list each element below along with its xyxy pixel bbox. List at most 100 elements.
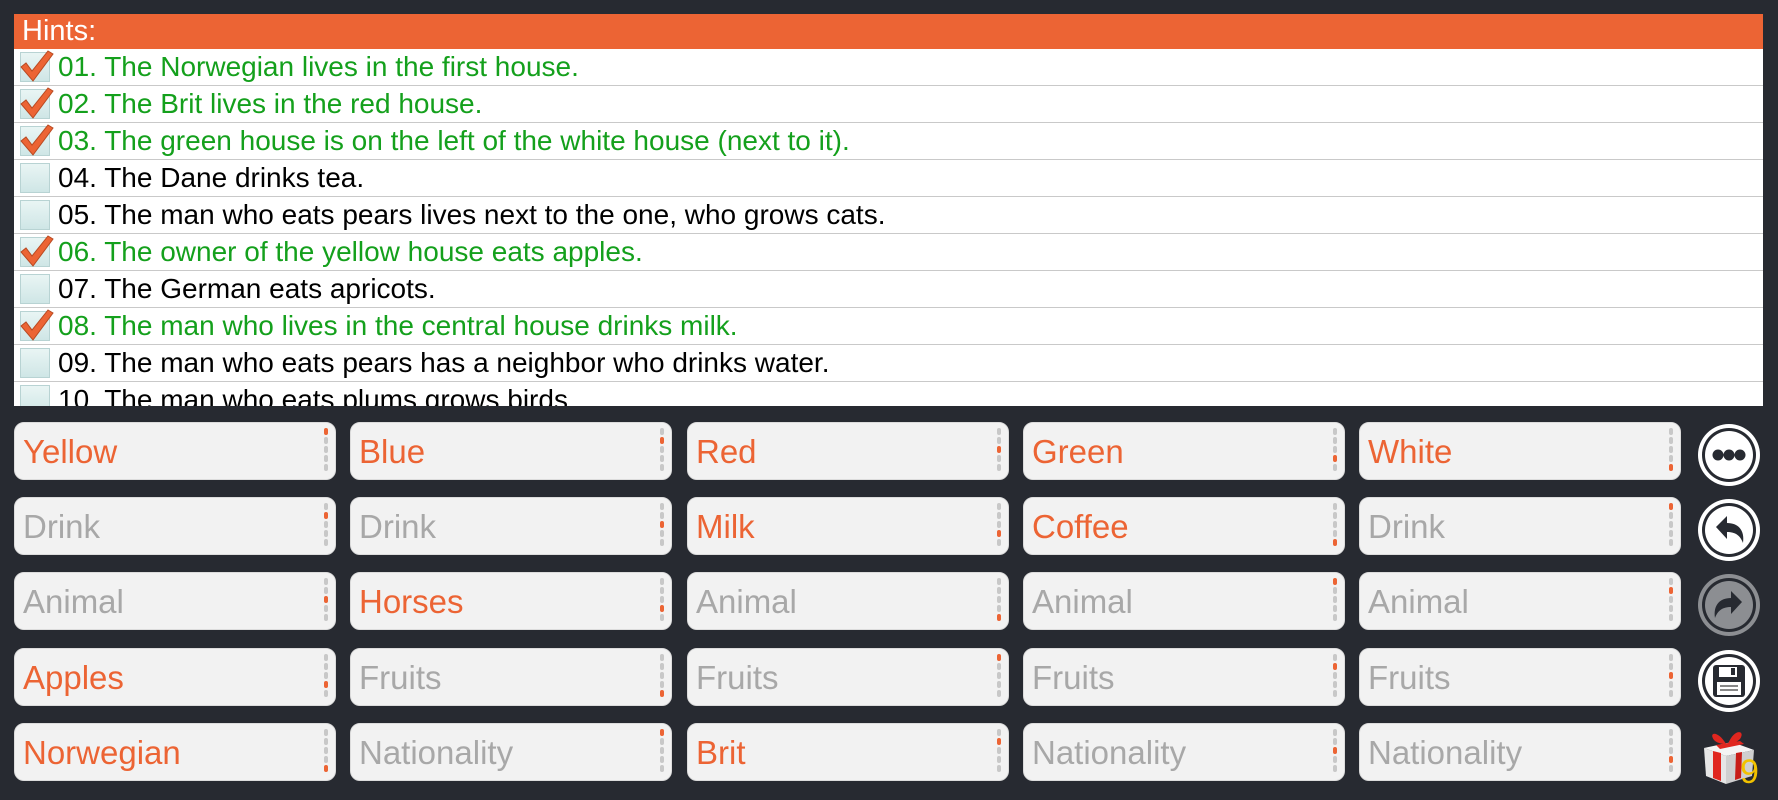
redo-button[interactable] (1696, 572, 1762, 638)
scroll-indicator[interactable] (323, 578, 329, 626)
grid-cell[interactable]: Drink (1359, 497, 1681, 555)
scroll-indicator[interactable] (996, 578, 1002, 626)
more-button[interactable] (1696, 422, 1762, 488)
scroll-indicator[interactable] (659, 578, 665, 626)
hints-panel[interactable]: Hints: 01. The Norwegian lives in the fi… (14, 14, 1763, 406)
scroll-indicator[interactable] (1332, 503, 1338, 551)
hint-checkbox[interactable] (18, 346, 52, 380)
hint-row[interactable]: 03. The green house is on the left of th… (14, 123, 1763, 160)
cell-label: Apples (23, 659, 124, 696)
hint-text: 05. The man who eats pears lives next to… (58, 199, 886, 230)
cell-label: Blue (359, 433, 426, 470)
grid-cell[interactable]: Red (687, 422, 1009, 480)
redo-icon (1698, 574, 1760, 636)
hint-text: 10. The man who eats plums grows birds. (58, 384, 576, 406)
grid-cell[interactable]: Nationality (1023, 723, 1345, 781)
hint-checkbox[interactable] (18, 161, 52, 195)
scroll-indicator[interactable] (1668, 428, 1674, 476)
hint-checkbox[interactable] (18, 235, 54, 269)
scroll-indicator[interactable] (1332, 578, 1338, 626)
scroll-indicator[interactable] (323, 428, 329, 476)
save-button[interactable] (1696, 648, 1762, 714)
hint-text: 06. The owner of the yellow house eats a… (58, 236, 643, 267)
hint-checkbox[interactable] (18, 383, 52, 406)
grid-cell[interactable]: Coffee (1023, 497, 1345, 555)
grid-cell[interactable]: Drink (350, 497, 672, 555)
save-icon (1698, 650, 1760, 712)
scroll-indicator[interactable] (323, 503, 329, 551)
cell-label: Animal (23, 583, 124, 620)
scroll-indicator[interactable] (996, 729, 1002, 777)
scroll-indicator[interactable] (659, 654, 665, 702)
cell-label: Drink (23, 508, 101, 545)
grid-cell[interactable]: Nationality (1359, 723, 1681, 781)
hint-checkbox[interactable] (18, 87, 54, 121)
grid-cell[interactable]: Animal (1023, 572, 1345, 630)
hint-row[interactable]: 06. The owner of the yellow house eats a… (14, 234, 1763, 271)
undo-icon (1698, 499, 1760, 561)
cell-label: Nationality (359, 734, 514, 771)
hint-text: 09. The man who eats pears has a neighbo… (58, 347, 830, 378)
scroll-indicator[interactable] (1668, 503, 1674, 551)
scroll-indicator[interactable] (323, 654, 329, 702)
hint-text: 08. The man who lives in the central hou… (58, 310, 738, 341)
scroll-indicator[interactable] (1668, 654, 1674, 702)
grid-cell[interactable]: Drink (14, 497, 336, 555)
grid-cell[interactable]: Apples (14, 648, 336, 706)
grid-cell[interactable]: Animal (1359, 572, 1681, 630)
hint-row[interactable]: 07. The German eats apricots. (14, 271, 1763, 308)
hint-row[interactable]: 10. The man who eats plums grows birds. (14, 382, 1763, 406)
scroll-indicator[interactable] (659, 428, 665, 476)
grid-cell[interactable]: Nationality (350, 723, 672, 781)
hint-checkbox[interactable] (18, 309, 54, 343)
cell-label: Norwegian (23, 734, 181, 771)
scroll-indicator[interactable] (996, 654, 1002, 702)
cell-label: Fruits (1032, 659, 1115, 696)
scroll-indicator[interactable] (996, 428, 1002, 476)
grid-cell[interactable]: Norwegian (14, 723, 336, 781)
hint-row[interactable]: 02. The Brit lives in the red house. (14, 86, 1763, 123)
scroll-indicator[interactable] (996, 503, 1002, 551)
grid-cell[interactable]: Milk (687, 497, 1009, 555)
hint-list[interactable]: 01. The Norwegian lives in the first hou… (14, 49, 1763, 406)
grid-cell[interactable]: Blue (350, 422, 672, 480)
cell-label: Drink (359, 508, 437, 545)
hint-checkbox[interactable] (18, 198, 52, 232)
grid-cell[interactable]: Green (1023, 422, 1345, 480)
hint-checkbox[interactable] (18, 124, 54, 158)
grid-cell[interactable]: Fruits (350, 648, 672, 706)
hint-text: 04. The Dane drinks tea. (58, 162, 365, 193)
hint-row[interactable]: 05. The man who eats pears lives next to… (14, 197, 1763, 234)
scroll-indicator[interactable] (659, 503, 665, 551)
scroll-indicator[interactable] (1332, 729, 1338, 777)
checkmark-icon (20, 235, 54, 267)
hint-text: 02. The Brit lives in the red house. (58, 88, 483, 119)
scroll-indicator[interactable] (1332, 654, 1338, 702)
hint-row[interactable]: 09. The man who eats pears has a neighbo… (14, 345, 1763, 382)
scroll-indicator[interactable] (1668, 578, 1674, 626)
cell-label: Fruits (359, 659, 442, 696)
undo-button[interactable] (1696, 497, 1762, 563)
hint-text: 01. The Norwegian lives in the first hou… (58, 51, 579, 82)
grid-cell[interactable]: Animal (14, 572, 336, 630)
hint-checkbox[interactable] (18, 272, 52, 306)
more-icon (1698, 424, 1760, 486)
grid-cell[interactable]: Animal (687, 572, 1009, 630)
hint-checkbox[interactable] (18, 50, 54, 84)
hint-row[interactable]: 01. The Norwegian lives in the first hou… (14, 49, 1763, 86)
grid-cell[interactable]: Fruits (1023, 648, 1345, 706)
grid-cell[interactable]: Fruits (1359, 648, 1681, 706)
grid-cell[interactable]: Fruits (687, 648, 1009, 706)
checkmark-icon (20, 87, 54, 119)
scroll-indicator[interactable] (1668, 729, 1674, 777)
grid-cell[interactable]: Yellow (14, 422, 336, 480)
scroll-indicator[interactable] (1332, 428, 1338, 476)
grid-cell[interactable]: Brit (687, 723, 1009, 781)
grid-cell[interactable]: White (1359, 422, 1681, 480)
grid-cell[interactable]: Horses (350, 572, 672, 630)
hint-row[interactable]: 08. The man who lives in the central hou… (14, 308, 1763, 345)
scroll-indicator[interactable] (659, 729, 665, 777)
cell-label: Animal (696, 583, 797, 620)
scroll-indicator[interactable] (323, 729, 329, 777)
hint-row[interactable]: 04. The Dane drinks tea. (14, 160, 1763, 197)
